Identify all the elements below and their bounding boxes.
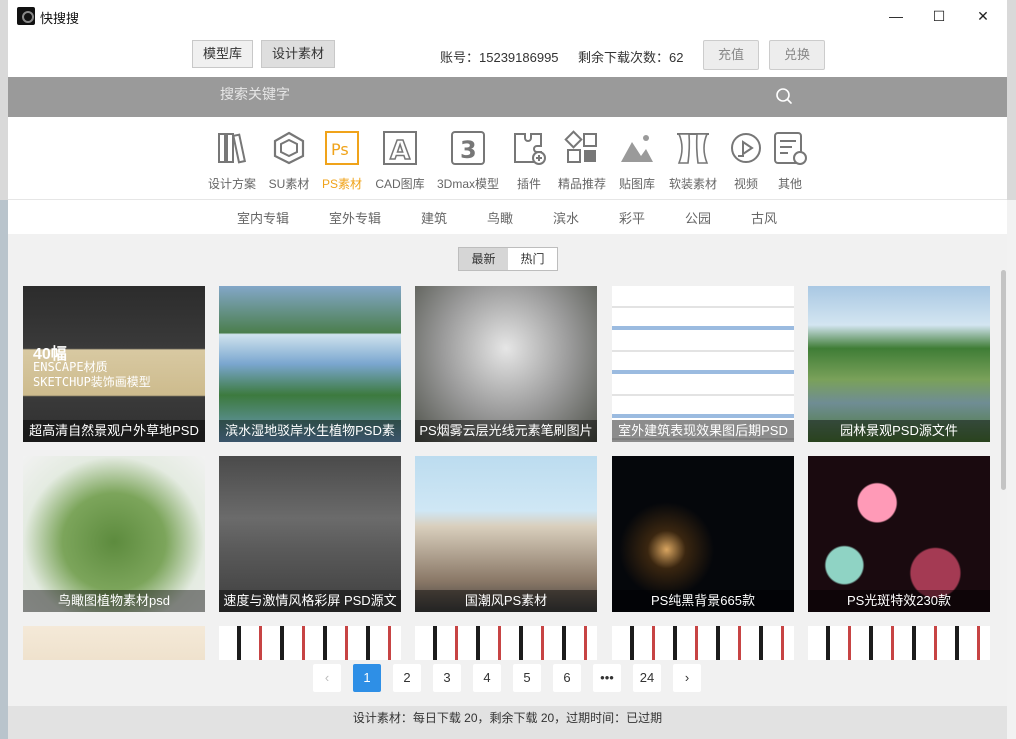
category-label: CAD图库 xyxy=(375,177,425,191)
material-card[interactable]: PS光斑特效230款 xyxy=(808,456,990,612)
subcategory-waterfront[interactable]: 滨水 xyxy=(553,208,579,227)
subcategory-park[interactable]: 公园 xyxy=(685,208,711,227)
page-button[interactable]: 2 xyxy=(393,664,421,692)
photoshop-icon: Ps xyxy=(325,131,359,165)
app-title: 快搜搜 xyxy=(40,11,80,26)
minimize-button[interactable]: — xyxy=(876,4,916,28)
category-bar: 设计方案 SU素材 Ps PS素材 A CAD图库 3 3Dmax模型 插件 精… xyxy=(8,126,1007,196)
material-card[interactable]: 40幅 ENSCAPE材质 SKETCHUP装饰画模型 超高清自然景观户外草地P… xyxy=(23,286,205,442)
material-caption: 室外建筑表现效果图后期PSD xyxy=(612,420,794,442)
title-bar: 快搜搜 — ☐ ✕ xyxy=(8,0,1007,32)
texture-icon xyxy=(621,135,653,162)
material-caption: 园林景观PSD源文件 xyxy=(808,420,990,442)
3dmax-icon: 3 xyxy=(451,131,485,165)
search-bar xyxy=(8,77,1007,117)
status-bar: 设计素材：每日下载 20，剩余下载 20，过期时间：已过期 xyxy=(8,706,1007,739)
content-area: 最新 热门 40幅 ENSCAPE材质 SKETCHUP装饰画模型 超高清自然景… xyxy=(8,234,1007,706)
material-card[interactable]: PS烟雾云层光线元素笔刷图片 xyxy=(415,286,597,442)
page-button[interactable]: 24 xyxy=(633,664,661,692)
cad-icon: A xyxy=(383,131,417,166)
material-card[interactable] xyxy=(415,626,597,660)
material-caption: 滨水湿地驳岸水生植物PSD素 xyxy=(219,420,401,442)
material-card[interactable]: 园林景观PSD源文件 xyxy=(808,286,990,442)
svg-text:3: 3 xyxy=(460,136,477,164)
app-logo-icon xyxy=(17,7,35,25)
material-caption: 超高清自然景观户外草地PSD xyxy=(23,420,205,442)
material-caption: 鸟瞰图植物素材psd xyxy=(23,590,205,612)
material-card[interactable]: 速度与激情风格彩屏 PSD源文 xyxy=(219,456,401,612)
recommend-icon xyxy=(564,130,597,163)
plugin-icon xyxy=(514,133,546,165)
material-caption: PS纯黑背景665款 xyxy=(612,590,794,612)
vertical-scrollbar[interactable] xyxy=(1000,234,1007,706)
recharge-button[interactable]: 充值 xyxy=(703,40,759,70)
svg-text:A: A xyxy=(390,136,410,166)
prev-page-button[interactable]: ‹ xyxy=(313,664,341,692)
material-card[interactable] xyxy=(23,626,205,660)
subcategory-bar: 室内专辑 室外专辑 建筑 鸟瞰 滨水 彩平 公园 古风 xyxy=(8,200,1007,233)
maximize-button[interactable]: ☐ xyxy=(919,4,959,28)
subcategory-ancient-style[interactable]: 古风 xyxy=(751,208,777,227)
material-caption: 国潮风PS素材 xyxy=(415,590,597,612)
sketchup-icon xyxy=(273,131,305,165)
subcategory-interior[interactable]: 室内专辑 xyxy=(237,208,289,227)
material-card[interactable]: PS纯黑背景665款 xyxy=(612,456,794,612)
material-caption: 速度与激情风格彩屏 PSD源文 xyxy=(219,590,401,612)
next-page-button[interactable]: › xyxy=(673,664,701,692)
other-icon xyxy=(774,132,807,165)
category-label: 3Dmax模型 xyxy=(436,177,499,191)
category-other[interactable]: 其他 xyxy=(755,126,825,192)
books-icon xyxy=(218,133,247,164)
curtain-icon xyxy=(677,133,709,164)
pagination: ‹ 1 2 3 4 5 6 ••• 24 › xyxy=(313,664,701,692)
subcategory-aerial[interactable]: 鸟瞰 xyxy=(487,208,513,227)
category-3dmax-models[interactable]: 3 3Dmax模型 xyxy=(433,126,503,192)
subcategory-architecture[interactable]: 建筑 xyxy=(421,208,447,227)
sort-newest-button[interactable]: 最新 xyxy=(459,248,508,270)
sort-toggle: 最新 热门 xyxy=(458,247,558,271)
tab-model-library[interactable]: 模型库 xyxy=(192,40,253,68)
subcategory-exterior[interactable]: 室外专辑 xyxy=(329,208,381,227)
page-button[interactable]: 3 xyxy=(433,664,461,692)
thumbnail-text: SKETCHUP装饰画模型 xyxy=(33,375,151,389)
material-card[interactable] xyxy=(219,626,401,660)
top-toolbar: 模型库 设计素材 账号：15239186995 剩余下载次数：62 充值 兑换 xyxy=(8,32,1007,76)
material-card[interactable]: 室外建筑表现效果图后期PSD xyxy=(612,286,794,442)
sort-hot-button[interactable]: 热门 xyxy=(508,248,557,270)
page-button[interactable]: 6 xyxy=(553,664,581,692)
scrollbar-thumb[interactable] xyxy=(1001,270,1006,490)
remaining-downloads: 剩余下载次数：62 xyxy=(578,50,684,65)
material-card[interactable]: 滨水湿地驳岸水生植物PSD素 xyxy=(219,286,401,442)
material-card[interactable]: 鸟瞰图植物素材psd xyxy=(23,456,205,612)
material-card[interactable]: 国潮风PS素材 xyxy=(415,456,597,612)
page-button[interactable]: 4 xyxy=(473,664,501,692)
app-window: 快搜搜 — ☐ ✕ 模型库 设计素材 账号：15239186995 剩余下载次数… xyxy=(8,0,1007,739)
exchange-button[interactable]: 兑换 xyxy=(769,40,825,70)
svg-text:Ps: Ps xyxy=(331,140,349,159)
material-caption: PS光斑特效230款 xyxy=(808,590,990,612)
page-ellipsis-button[interactable]: ••• xyxy=(593,664,621,692)
tab-design-materials[interactable]: 设计素材 xyxy=(261,40,335,68)
category-cad-library[interactable]: A CAD图库 xyxy=(365,126,435,192)
page-button[interactable]: 5 xyxy=(513,664,541,692)
subcategory-color-plan[interactable]: 彩平 xyxy=(619,208,645,227)
material-card[interactable] xyxy=(808,626,990,660)
material-card[interactable] xyxy=(612,626,794,660)
close-button[interactable]: ✕ xyxy=(963,4,1003,28)
search-icon[interactable] xyxy=(774,86,794,106)
search-input[interactable] xyxy=(220,86,760,102)
account-info: 账号：15239186995 xyxy=(440,50,559,65)
category-label: 其他 xyxy=(777,177,802,191)
material-caption: PS烟雾云层光线元素笔刷图片 xyxy=(415,420,597,442)
page-button[interactable]: 1 xyxy=(353,664,381,692)
